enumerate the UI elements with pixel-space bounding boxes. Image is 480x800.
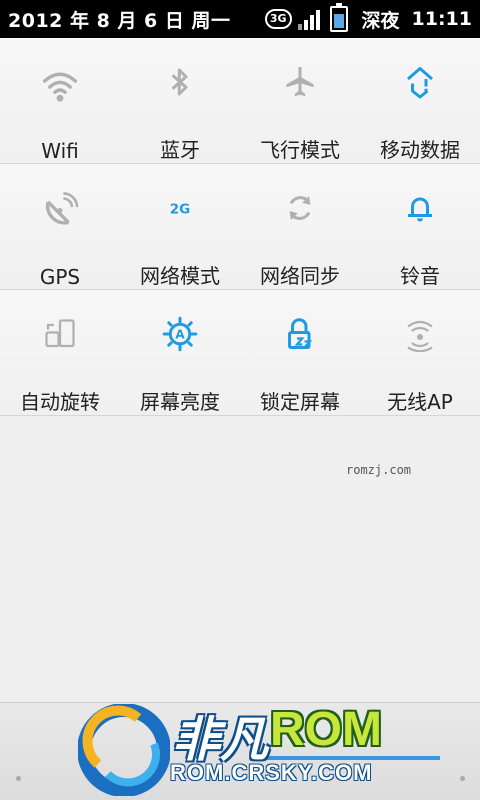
- svg-text:A: A: [175, 328, 185, 342]
- toggle-hotspot[interactable]: 无线AP: [360, 290, 480, 415]
- lock-icon: [288, 318, 313, 349]
- toggle-label: 移动数据: [380, 138, 460, 162]
- handle-dot: [16, 776, 21, 781]
- gps-icon: [45, 192, 79, 225]
- toggle-label: 网络同步: [260, 264, 340, 288]
- hotspot-icon: [407, 320, 433, 352]
- toggle-row: Wifi 蓝牙 飞行模式 移动数据: [0, 38, 480, 164]
- toggle-wifi[interactable]: Wifi: [0, 38, 120, 163]
- status-date: 2012 年 8 月 6 日 周一: [8, 9, 231, 32]
- toggle-label: GPS: [39, 265, 81, 289]
- toggle-label: 蓝牙: [160, 138, 200, 162]
- toggle-lock-screen[interactable]: 锁定屏幕: [240, 290, 360, 415]
- battery-icon: [329, 3, 348, 32]
- toggle-row: GPS 2G 网络模式 网络同步 铃音: [0, 164, 480, 290]
- toggle-auto-rotate[interactable]: 自动旋转: [0, 290, 120, 415]
- network-mode-text: 2G: [170, 201, 190, 217]
- bell-icon: [408, 197, 432, 222]
- toggle-label: 屏幕亮度: [140, 390, 220, 414]
- rotate-icon: [45, 319, 75, 348]
- crsky-logo: 非凡 ROM ROM.CRSKY.COM: [78, 700, 418, 800]
- toggle-gps[interactable]: GPS: [0, 164, 120, 289]
- toggle-row: 自动旋转 A 屏幕亮度 锁定屏幕 无线AP: [0, 290, 480, 416]
- handle-dot: [460, 776, 465, 781]
- airplane-icon: [286, 67, 314, 97]
- status-bar: 2012 年 8 月 6 日 周一 3G 深夜 11:11: [0, 0, 480, 38]
- status-icons: 3G 深夜 11:11: [264, 3, 472, 33]
- toggle-mobile-data[interactable]: 移动数据: [360, 38, 480, 163]
- toggle-bluetooth[interactable]: 蓝牙: [120, 38, 240, 163]
- toggle-network-mode[interactable]: 2G 网络模式: [120, 164, 240, 289]
- toggle-label: 飞行模式: [260, 138, 340, 162]
- wifi-icon: [42, 72, 78, 102]
- toggle-label: 锁定屏幕: [260, 390, 340, 414]
- carrier-label: 深夜: [361, 9, 400, 32]
- toggle-ringtone[interactable]: 铃音: [360, 164, 480, 289]
- logo-rom-text: ROM: [270, 703, 382, 756]
- status-time: 11:11: [411, 8, 472, 30]
- logo-swirl-icon: [78, 704, 170, 796]
- network-mode-icon: 2G: [170, 201, 190, 217]
- signal-icon: [297, 8, 320, 30]
- toggle-label: 网络模式: [140, 264, 220, 288]
- logo-url-text: ROM.CRSKY.COM: [170, 760, 373, 785]
- site-watermark: romzj.com: [346, 463, 412, 477]
- mobile-data-icon: [407, 67, 433, 99]
- brightness-icon: A: [162, 316, 198, 352]
- toggle-label: 铃音: [400, 264, 440, 288]
- network-type-badge: 3G: [264, 9, 292, 29]
- toggle-label: Wifi: [41, 139, 79, 163]
- toggle-brightness[interactable]: A 屏幕亮度: [120, 290, 240, 415]
- sync-icon: [289, 196, 311, 220]
- toggle-label: 自动旋转: [20, 390, 100, 414]
- toggle-sync[interactable]: 网络同步: [240, 164, 360, 289]
- toggle-airplane[interactable]: 飞行模式: [240, 38, 360, 163]
- bluetooth-icon: [171, 68, 188, 96]
- quick-toggle-grid: Wifi 蓝牙 飞行模式 移动数据 GPS 2G 网络模式 网络同步 铃音 自动…: [0, 38, 480, 416]
- toggle-label: 无线AP: [387, 390, 453, 414]
